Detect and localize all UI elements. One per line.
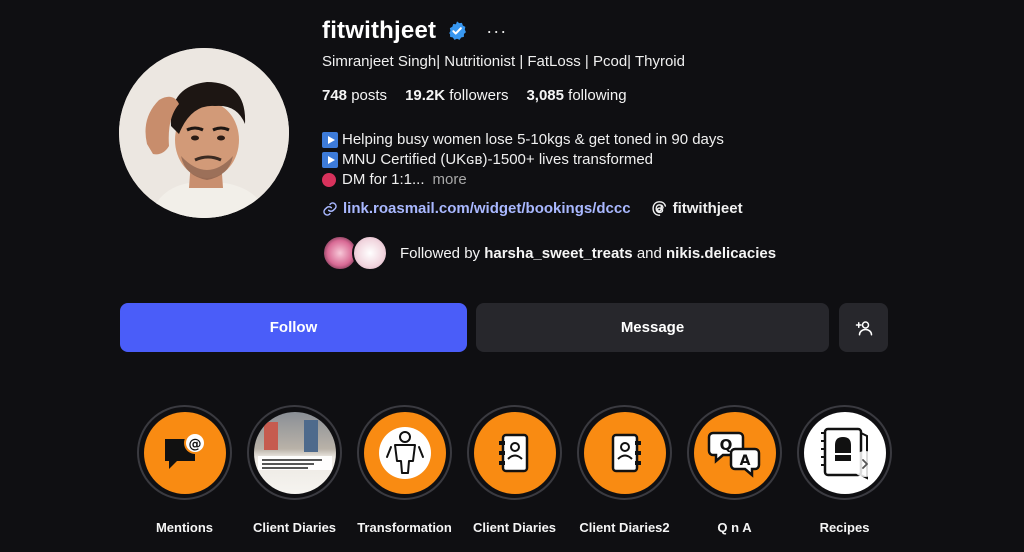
svg-text:@: @ — [188, 437, 201, 452]
username: fitwithjeet — [322, 17, 437, 44]
highlight-cover — [363, 411, 446, 494]
svg-text:A: A — [739, 453, 750, 469]
mutual-avatar — [352, 235, 388, 271]
highlight-ring: Q A — [687, 405, 782, 500]
highlight-cover — [473, 411, 556, 494]
threads-handle: fitwithjeet — [672, 200, 743, 217]
highlight-ring — [357, 405, 452, 500]
highlight-ring — [797, 405, 892, 500]
threads-icon — [651, 201, 666, 216]
profile-bio: Helping busy women lose 5-10kgs & get to… — [322, 130, 724, 190]
profile-links: link.roasmail.com/widget/bookings/dccc f… — [322, 200, 743, 217]
highlight-cover: Q A — [693, 411, 776, 494]
bio-line-3: DM for 1:1... — [342, 171, 425, 188]
body-transformation-icon — [378, 426, 431, 479]
followed-by-row[interactable]: Followed by harsha_sweet_treats and niki… — [322, 235, 776, 271]
posts-count: 748 — [322, 87, 348, 104]
highlight-ring — [577, 405, 672, 500]
link-icon — [323, 201, 337, 216]
more-options-icon[interactable]: ··· — [486, 21, 507, 42]
website-link-text: link.roasmail.com/widget/bookings/dccc — [343, 200, 631, 217]
add-person-icon — [855, 320, 872, 335]
suggest-accounts-button[interactable] — [839, 303, 888, 352]
mention-chat-icon: @ — [164, 431, 206, 469]
highlight-label: Recipes — [819, 520, 870, 535]
highlight-cover — [253, 411, 336, 494]
highlight-item[interactable]: Q A Q n A — [687, 405, 782, 535]
verified-badge-icon — [449, 21, 467, 40]
highlight-ring — [467, 405, 562, 500]
highlight-item[interactable]: Recipes — [797, 405, 892, 535]
qa-bubbles-icon: Q A — [707, 431, 760, 478]
message-button[interactable]: Message — [476, 303, 829, 352]
highlight-ring — [247, 405, 342, 500]
bio-line: MNU Certified (UKɢʙ)-1500+ lives transfo… — [322, 150, 724, 170]
highlight-ring: @ — [137, 405, 232, 500]
diary-contact-icon — [498, 433, 528, 472]
diary-contact-icon — [611, 433, 641, 472]
bio-more-link[interactable]: more — [433, 170, 467, 190]
highlight-label: Q n A — [717, 520, 752, 535]
highlight-item[interactable]: Transformation — [357, 405, 452, 535]
red-circle-icon — [322, 173, 336, 187]
follow-button[interactable]: Follow — [120, 303, 467, 352]
highlight-item[interactable]: Client Diaries — [247, 405, 342, 535]
website-link[interactable]: link.roasmail.com/widget/bookings/dccc — [322, 200, 631, 217]
mutual-user-1[interactable]: harsha_sweet_treats — [484, 245, 632, 262]
threads-link[interactable]: fitwithjeet — [651, 200, 743, 217]
followers-count: 19.2K — [405, 87, 446, 104]
following-count: 3,085 — [526, 87, 564, 104]
followers-label: followers — [449, 87, 509, 104]
posts-stat: 748 posts — [322, 87, 387, 104]
highlight-label: Client Diaries — [472, 520, 557, 535]
bio-line: DM for 1:1... more — [322, 170, 724, 190]
followed-by-text: Followed by harsha_sweet_treats and niki… — [400, 245, 776, 262]
following-label: following — [568, 87, 627, 104]
highlight-label: Transformation — [357, 520, 452, 535]
play-button-icon — [322, 132, 338, 148]
mutual-user-2[interactable]: nikis.delicacies — [666, 245, 776, 262]
following-stat[interactable]: 3,085 following — [526, 87, 626, 104]
highlight-label: Client Diaries2 — [579, 520, 670, 535]
play-button-icon — [322, 152, 338, 168]
chevron-right-icon — [862, 459, 868, 469]
profile-stats: 748 posts 19.2K followers 3,085 followin… — [322, 87, 627, 104]
highlight-label: Mentions — [155, 520, 214, 535]
followers-stat[interactable]: 19.2K followers — [405, 87, 508, 104]
highlight-item[interactable]: Client Diaries — [467, 405, 562, 535]
followed-by-prefix: Followed by — [400, 244, 481, 262]
highlight-cover — [803, 411, 886, 494]
profile-photo — [119, 48, 289, 218]
photo-thumbnail — [257, 419, 332, 470]
bio-line-1: Helping busy women lose 5-10kgs & get to… — [342, 131, 724, 148]
highlight-cover: @ — [143, 411, 226, 494]
posts-label: posts — [351, 87, 388, 104]
highlight-label: Client Diaries — [252, 520, 337, 535]
username-row: fitwithjeet ··· — [322, 14, 507, 48]
bio-line-2: MNU Certified (UKɢʙ)-1500+ lives transfo… — [342, 151, 654, 168]
highlight-cover — [583, 411, 666, 494]
profile-avatar[interactable] — [119, 48, 289, 218]
highlights-next-button[interactable] — [852, 451, 878, 477]
bio-line: Helping busy women lose 5-10kgs & get to… — [322, 130, 724, 150]
highlight-item[interactable]: Client Diaries2 — [577, 405, 672, 535]
highlight-item[interactable]: @ Mentions — [137, 405, 232, 535]
mutual-avatars — [322, 235, 390, 271]
story-highlights: @ Mentions Client Diaries Transformation… — [137, 405, 892, 535]
profile-full-name: Simranjeet Singh| Nutritionist | FatLoss… — [322, 53, 685, 70]
followed-by-conjunction: and — [636, 244, 662, 262]
